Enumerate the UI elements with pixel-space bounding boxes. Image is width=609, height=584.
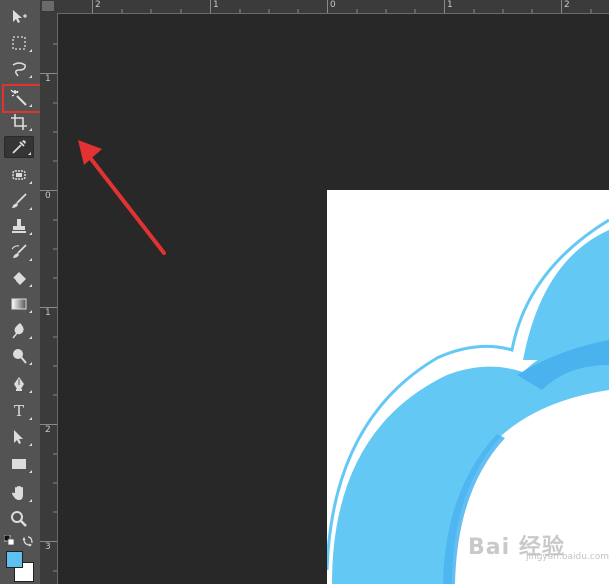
hand-icon <box>12 486 23 500</box>
crop-icon <box>11 114 27 130</box>
zoom-icon <box>11 511 27 527</box>
hand-tool[interactable] <box>4 482 34 504</box>
submenu-indicator <box>29 310 32 313</box>
ruler-origin[interactable] <box>40 0 58 14</box>
ruler-label: 1 <box>447 0 453 10</box>
type-tool[interactable]: T <box>4 400 34 422</box>
submenu-indicator <box>29 362 32 365</box>
submenu-indicator <box>29 336 32 339</box>
dodge-tool[interactable] <box>4 345 34 367</box>
submenu-indicator <box>29 128 32 131</box>
pen-tool[interactable] <box>4 373 34 395</box>
stamp-icon <box>12 219 26 233</box>
submenu-indicator <box>29 443 32 446</box>
brush-tool[interactable] <box>4 190 34 212</box>
path-selection-tool[interactable] <box>4 426 34 448</box>
zoom-tool[interactable] <box>4 508 34 530</box>
blur-icon <box>12 323 24 339</box>
annotation-arrow <box>78 140 166 255</box>
vertical-ruler-ticks <box>40 43 57 572</box>
submenu-indicator <box>29 207 32 210</box>
history-brush-tool[interactable] <box>4 241 34 263</box>
eyedropper-icon <box>12 140 26 154</box>
brush-icon <box>12 193 27 208</box>
move-tool[interactable] <box>4 6 34 28</box>
submenu-indicator <box>29 470 32 473</box>
foreground-color-swatch[interactable] <box>6 551 23 568</box>
watermark: Bai 经验 jingyan.baidu.com <box>466 519 609 562</box>
submenu-indicator <box>29 390 32 393</box>
healing-brush-icon <box>12 170 26 180</box>
watermark-url: jingyan.baidu.com <box>526 552 609 562</box>
horizontal-ruler[interactable]: 2 1 0 1 2 <box>57 0 609 14</box>
marquee-icon <box>12 36 26 50</box>
marquee-tool[interactable] <box>4 32 34 54</box>
move-icon <box>13 10 27 23</box>
default-colors-icon[interactable] <box>4 535 14 545</box>
submenu-indicator <box>29 232 32 235</box>
ruler-label: 1 <box>45 74 51 84</box>
clone-stamp-tool[interactable] <box>4 215 34 237</box>
lasso-icon <box>12 62 26 77</box>
gradient-icon <box>11 298 27 310</box>
submenu-indicator <box>29 49 32 52</box>
ruler-label: 2 <box>564 0 570 10</box>
eraser-tool[interactable] <box>4 267 34 289</box>
submenu-indicator <box>29 258 32 261</box>
crop-tool[interactable] <box>4 111 34 133</box>
ruler-label: 0 <box>330 0 336 10</box>
type-icon: T <box>13 402 24 420</box>
ruler-label: 2 <box>45 425 51 435</box>
submenu-indicator <box>29 284 32 287</box>
arrow-icon <box>14 430 23 444</box>
ruler-label: 1 <box>213 0 219 10</box>
ruler-label: 1 <box>45 308 51 318</box>
ruler-label: 3 <box>45 542 51 552</box>
swap-colors-icon[interactable] <box>22 535 34 547</box>
rectangle-icon <box>12 459 26 469</box>
lasso-tool[interactable] <box>4 58 34 80</box>
submenu-indicator <box>29 417 32 420</box>
dodge-icon <box>13 349 27 364</box>
vertical-ruler[interactable]: 1 0 1 2 3 <box>40 13 58 584</box>
ruler-label: 0 <box>45 191 51 201</box>
pen-icon <box>14 377 24 391</box>
blur-tool[interactable] <box>4 319 34 341</box>
submenu-indicator <box>28 152 31 155</box>
ruler-label: 2 <box>95 0 101 10</box>
submenu-indicator <box>29 75 32 78</box>
submenu-indicator <box>29 181 32 184</box>
gradient-tool[interactable] <box>4 293 34 315</box>
eraser-icon <box>12 272 26 285</box>
history-brush-icon <box>11 244 27 258</box>
rectangle-tool[interactable] <box>4 453 34 475</box>
submenu-indicator <box>29 499 32 502</box>
healing-brush-tool[interactable] <box>4 164 34 186</box>
eyedropper-tool[interactable] <box>4 136 34 158</box>
